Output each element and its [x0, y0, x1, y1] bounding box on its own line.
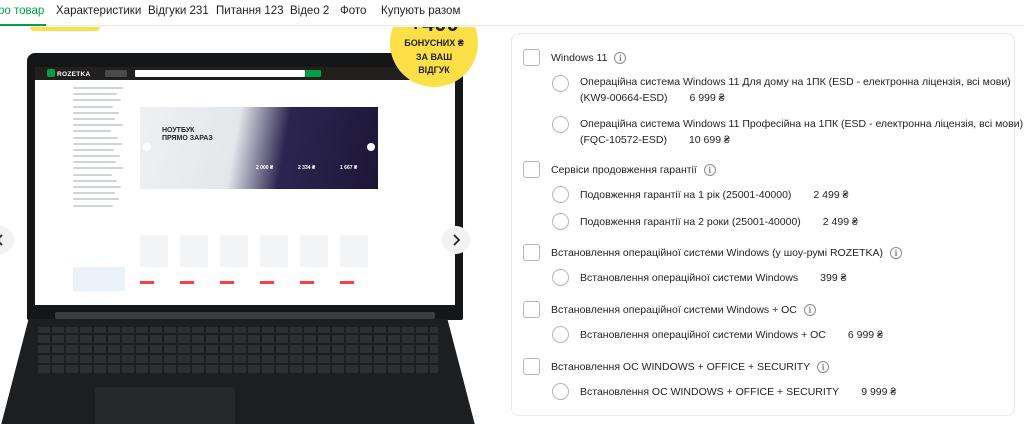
laptop-touchpad [95, 387, 235, 424]
service-group-install-windows-showroom: Встановлення операційної системи Windows… [523, 244, 903, 261]
product-tabs: ро товар Характеристики Відгуки 231 Пита… [0, 0, 1024, 26]
bonus-text-line1: БОНУСНИХ ₴ [404, 38, 464, 48]
laptop-keyboard [38, 327, 438, 375]
service-option-warranty-1y: Подовження гарантії на 1 рік (25001-4000… [552, 186, 848, 203]
laptop-screen: ROZETKA НОУТБУК ПРЯМО ЗАРАЗ 2 000 ₴ 2 334… [35, 67, 455, 305]
option-price: 10 699 ₴ [688, 134, 730, 146]
option-price: 399 ₴ [820, 271, 847, 284]
group-checkbox[interactable] [523, 358, 540, 375]
option-price: 6 999 ₴ [847, 328, 883, 341]
laptop-keyboard-deck [0, 319, 476, 424]
service-group-windows11: Windows 11 i [523, 49, 627, 66]
info-icon[interactable]: i [703, 163, 716, 176]
group-checkbox[interactable] [523, 49, 540, 66]
info-icon[interactable]: i [817, 360, 830, 373]
service-option-win11-home [552, 75, 569, 92]
option-label-win11-pro: Операційна система Windows 11 Професійна… [580, 118, 1024, 146]
option-price: 2 499 ₴ [813, 188, 849, 201]
service-option-install-windows-os: Встановлення операційної системи Windows… [552, 326, 883, 343]
screen-logo: ROZETKA [47, 69, 91, 78]
option-label: Встановлення операційної системи Windows… [580, 328, 826, 341]
option-radio[interactable] [552, 213, 569, 230]
option-label: Подовження гарантії на 1 рік (25001-4000… [580, 188, 792, 201]
option-label: Подовження гарантії на 2 роки (25001-400… [580, 215, 801, 228]
bonus-amount: +400 [390, 27, 478, 35]
tab-characteristics[interactable]: Характеристики [56, 5, 141, 17]
laptop-hinge [55, 312, 435, 319]
tab-all-about-product[interactable]: ро товар [0, 5, 44, 17]
bonus-text-line3: ВІДГУК [418, 65, 450, 75]
option-radio[interactable] [552, 383, 569, 400]
option-radio[interactable] [552, 116, 569, 133]
service-option-warranty-2y: Подовження гарантії на 2 роки (25001-400… [552, 213, 858, 230]
option-radio[interactable] [552, 326, 569, 343]
option-price: 2 499 ₴ [822, 215, 858, 228]
group-label: Встановлення операційної системи Windows… [551, 246, 884, 259]
service-option-win11-pro [552, 116, 569, 133]
tab-questions[interactable]: Питання 123 [216, 5, 284, 17]
active-tab-underline [0, 24, 46, 26]
screen-sidebar [73, 87, 128, 211]
info-icon[interactable]: i [890, 246, 903, 259]
service-group-install-os-office-security: Встановлення ОС WINDOWS + OFFICE + SECUR… [523, 358, 830, 375]
option-label: Встановлення операційної системи Windows [580, 271, 799, 284]
option-price: 9 999 ₴ [861, 385, 897, 398]
group-checkbox[interactable] [523, 161, 540, 178]
tab-buy-together[interactable]: Купують разом [381, 5, 460, 17]
option-price: 6 999 ₴ [689, 92, 725, 104]
additional-services-panel: Windows 11 i Операційна система Windows … [511, 33, 1023, 416]
option-radio[interactable] [552, 75, 569, 92]
option-radio[interactable] [552, 269, 569, 286]
bonus-text-line2: ЗА ВАШ [415, 51, 453, 62]
gallery-prev-button[interactable] [0, 226, 14, 254]
product-gallery: ROZETKA НОУТБУК ПРЯМО ЗАРАЗ 2 000 ₴ 2 334… [0, 27, 500, 424]
option-label-win11-home: Операційна система Windows 11 Для дому н… [580, 76, 1011, 104]
chevron-right-icon [453, 234, 461, 246]
tab-video[interactable]: Відео 2 [290, 5, 329, 17]
info-icon[interactable]: i [614, 51, 627, 64]
chevron-left-icon [0, 234, 3, 246]
group-label: Windows 11 [551, 51, 608, 64]
option-radio[interactable] [552, 186, 569, 203]
tab-reviews[interactable]: Відгуки 231 [148, 5, 209, 17]
gallery-next-button[interactable] [442, 226, 470, 254]
option-label: Встановлення ОС WINDOWS + OFFICE + SECUR… [580, 385, 840, 398]
service-group-install-windows-os: Встановлення операційної системи Windows… [523, 301, 816, 318]
tab-photo[interactable]: Фото [340, 5, 366, 17]
screen-banner: НОУТБУК ПРЯМО ЗАРАЗ 2 000 ₴ 2 334 ₴ 1 667… [140, 107, 378, 189]
service-option-install-windows: Встановлення операційної системи Windows… [552, 269, 846, 286]
group-label: Встановлення ОС WINDOWS + OFFICE + SECUR… [551, 360, 811, 373]
promo-label [30, 27, 100, 31]
service-group-warranty: Сервіси продовження гарантії i [523, 161, 716, 178]
group-label: Встановлення операційної системи Windows… [551, 303, 797, 316]
group-label: Сервіси продовження гарантії [551, 163, 697, 176]
info-icon[interactable]: i [803, 303, 816, 316]
service-option-install-os-office-security: Встановлення ОС WINDOWS + OFFICE + SECUR… [552, 383, 896, 400]
product-image-laptop: ROZETKA НОУТБУК ПРЯМО ЗАРАЗ 2 000 ₴ 2 334… [27, 53, 463, 326]
group-checkbox[interactable] [523, 301, 540, 318]
group-checkbox[interactable] [523, 244, 540, 261]
